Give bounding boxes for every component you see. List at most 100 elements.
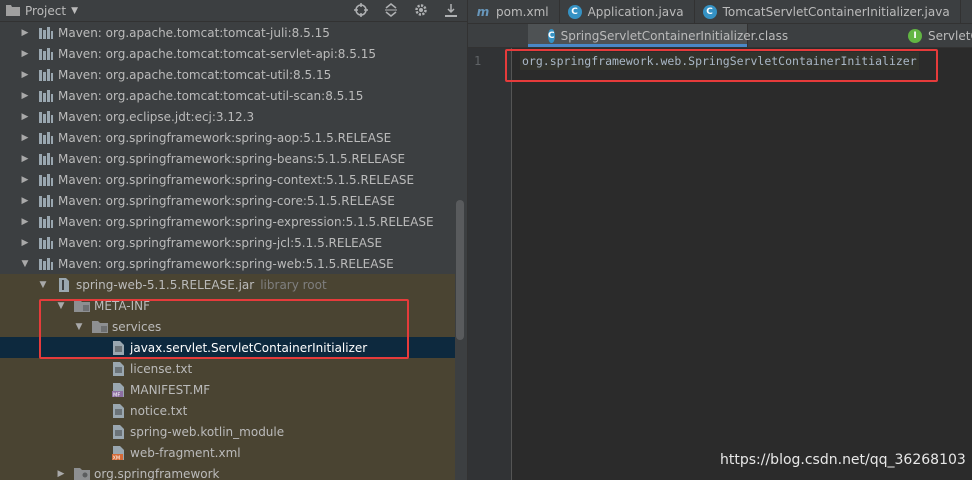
expanded-arrow-icon[interactable]: ▼ xyxy=(38,280,48,290)
tree-node-hint: library root xyxy=(260,277,327,292)
library-icon xyxy=(38,109,54,125)
tree-node-label: notice.txt xyxy=(130,403,188,418)
library-icon xyxy=(38,172,54,188)
collapse-icon[interactable] xyxy=(383,2,399,18)
expanded-arrow-icon[interactable]: ▼ xyxy=(20,259,30,269)
collapsed-arrow-icon[interactable]: ▶ xyxy=(20,70,30,80)
tree-node[interactable]: javax.servlet.ServletContainerInitialize… xyxy=(0,337,455,358)
tab-application-java[interactable]: C Application.java xyxy=(560,0,695,23)
arrow-spacer xyxy=(92,406,102,416)
tree-node-label: META-INF xyxy=(94,298,151,313)
arrow-spacer xyxy=(92,364,102,374)
tree-node[interactable]: ▶ Maven: org.springframework:spring-conte… xyxy=(0,169,455,190)
tab-label: ServletCo xyxy=(928,28,972,43)
tab-spring-servlet-container-initializer-class[interactable]: C SpringServletContainerInitializer.clas… xyxy=(528,24,788,47)
collapsed-arrow-icon[interactable]: ▶ xyxy=(20,154,30,164)
project-tool-window: Project ▼ ▶ Maven: org.apache.tomcat:tomc… xyxy=(0,0,467,480)
tab-servlet-container[interactable]: I ServletCo xyxy=(900,24,972,47)
tree-node[interactable]: ▶ Maven: org.apache.tomcat:tomcat-util:8.… xyxy=(0,64,455,85)
library-icon xyxy=(38,235,54,251)
tree-node[interactable]: ▶ Maven: org.apache.tomcat:tomcat-servlet… xyxy=(0,43,455,64)
class-icon: C xyxy=(567,4,582,19)
target-icon[interactable] xyxy=(353,2,369,18)
tab-tomcat-servlet-container-initializer[interactable]: C TomcatServletContainerInitializer.java xyxy=(695,0,961,23)
class-icon: C xyxy=(548,28,555,43)
tree-node[interactable]: ▶ Maven: org.apache.tomcat:tomcat-juli:8.… xyxy=(0,22,455,43)
tree-node[interactable]: ▶ Maven: org.springframework:spring-aop:5… xyxy=(0,127,455,148)
tree-node[interactable]: ▶ Maven: org.eclipse.jdt:ecj:3.12.3 xyxy=(0,106,455,127)
tree-node[interactable]: ▶ org.springframework xyxy=(0,463,455,480)
expanded-arrow-icon[interactable]: ▼ xyxy=(56,301,66,311)
tree-node-label: services xyxy=(112,319,162,334)
maven-icon: m xyxy=(476,4,490,19)
collapsed-arrow-icon[interactable]: ▶ xyxy=(20,91,30,101)
text-file-icon xyxy=(110,340,126,356)
code-line-1[interactable]: org.springframework.web.SpringServletCon… xyxy=(520,52,919,70)
tree-node[interactable]: license.txt xyxy=(0,358,455,379)
arrow-spacer xyxy=(92,448,102,458)
watermark: https://blog.csdn.net/qq_36268103 xyxy=(720,452,966,468)
tab-label: SpringServletContainerInitializer.class xyxy=(560,28,789,43)
tree-node[interactable]: ▼ spring-web-5.1.5.RELEASE.jar library roo… xyxy=(0,274,455,295)
tab-label: TomcatServletContainerInitializer.java xyxy=(722,4,950,19)
tree-node[interactable]: ▶ Maven: org.springframework:spring-beans… xyxy=(0,148,455,169)
expanded-arrow-icon[interactable]: ▼ xyxy=(74,322,84,332)
project-header: Project ▼ xyxy=(0,0,467,22)
tree-node-label: Maven: org.apache.tomcat:tomcat-juli:8.5… xyxy=(58,25,330,40)
tree-node[interactable]: ▼ Maven: org.springframework:spring-web:5… xyxy=(0,253,455,274)
collapsed-arrow-icon[interactable]: ▶ xyxy=(20,217,30,227)
svg-text:XM: XM xyxy=(112,455,120,461)
arrow-spacer xyxy=(92,343,102,353)
collapsed-arrow-icon[interactable]: ▶ xyxy=(20,49,30,59)
library-icon xyxy=(38,67,54,83)
tree-node[interactable]: ▼ services xyxy=(0,316,455,337)
text-file-icon xyxy=(110,424,126,440)
tree-node-label: spring-web-5.1.5.RELEASE.jar xyxy=(76,277,255,292)
tree-node[interactable]: ▶ Maven: org.springframework:spring-core:… xyxy=(0,190,455,211)
hide-icon[interactable] xyxy=(443,2,459,18)
text-file-icon xyxy=(110,403,126,419)
library-icon xyxy=(38,25,54,41)
tree-node[interactable]: ▼ META-INF xyxy=(0,295,455,316)
tree-node[interactable]: ▶ Maven: org.springframework:spring-jcl:5… xyxy=(0,232,455,253)
tab-pom-xml[interactable]: m pom.xml xyxy=(468,0,560,23)
library-icon xyxy=(38,256,54,272)
editor-tabs-row-1: m pom.xml C Application.java C TomcatSer… xyxy=(468,0,972,24)
library-icon xyxy=(38,214,54,230)
tree-node[interactable]: notice.txt xyxy=(0,400,455,421)
project-folder-icon xyxy=(6,4,20,19)
arrow-spacer xyxy=(92,385,102,395)
package-icon xyxy=(74,466,90,480)
tree-node-label: web-fragment.xml xyxy=(130,445,241,460)
collapsed-arrow-icon[interactable]: ▶ xyxy=(20,133,30,143)
tree-node[interactable]: ▶ Maven: org.apache.tomcat:tomcat-util-sc… xyxy=(0,85,455,106)
chevron-down-icon: ▼ xyxy=(71,6,78,16)
collapsed-arrow-icon[interactable]: ▶ xyxy=(20,112,30,122)
tree-scrollbar[interactable] xyxy=(456,200,464,340)
jar-icon xyxy=(56,277,72,293)
project-view-selector[interactable]: Project ▼ xyxy=(6,3,78,19)
tree-node[interactable]: spring-web.kotlin_module xyxy=(0,421,455,442)
tree-node-label: license.txt xyxy=(130,361,193,376)
tree-node[interactable]: XM web-fragment.xml xyxy=(0,442,455,463)
collapsed-arrow-icon[interactable]: ▶ xyxy=(20,28,30,38)
tree-node[interactable]: MF MANIFEST.MF xyxy=(0,379,455,400)
editor-area: m pom.xml C Application.java C TomcatSer… xyxy=(467,0,972,480)
library-icon xyxy=(38,130,54,146)
collapsed-arrow-icon[interactable]: ▶ xyxy=(20,238,30,248)
text-file-icon xyxy=(110,361,126,377)
collapsed-arrow-icon[interactable]: ▶ xyxy=(20,196,30,206)
collapsed-arrow-icon[interactable]: ▶ xyxy=(56,469,66,479)
gear-icon[interactable] xyxy=(413,2,429,18)
tree-node[interactable]: ▶ Maven: org.springframework:spring-expre… xyxy=(0,211,455,232)
xml-file-icon: XM xyxy=(110,445,126,461)
library-icon xyxy=(38,151,54,167)
tree-node-label: Maven: org.springframework:spring-contex… xyxy=(58,172,415,187)
tree-node-label: org.springframework xyxy=(94,466,220,480)
tree-node-label: Maven: org.springframework:spring-beans:… xyxy=(58,151,406,166)
line-number-gutter: 1 xyxy=(468,48,512,480)
project-tree[interactable]: ▶ Maven: org.apache.tomcat:tomcat-juli:8.… xyxy=(0,22,467,480)
tree-node-label: Maven: org.springframework:spring-jcl:5.… xyxy=(58,235,383,250)
collapsed-arrow-icon[interactable]: ▶ xyxy=(20,175,30,185)
tree-node-label: Maven: org.springframework:spring-web:5.… xyxy=(58,256,394,271)
